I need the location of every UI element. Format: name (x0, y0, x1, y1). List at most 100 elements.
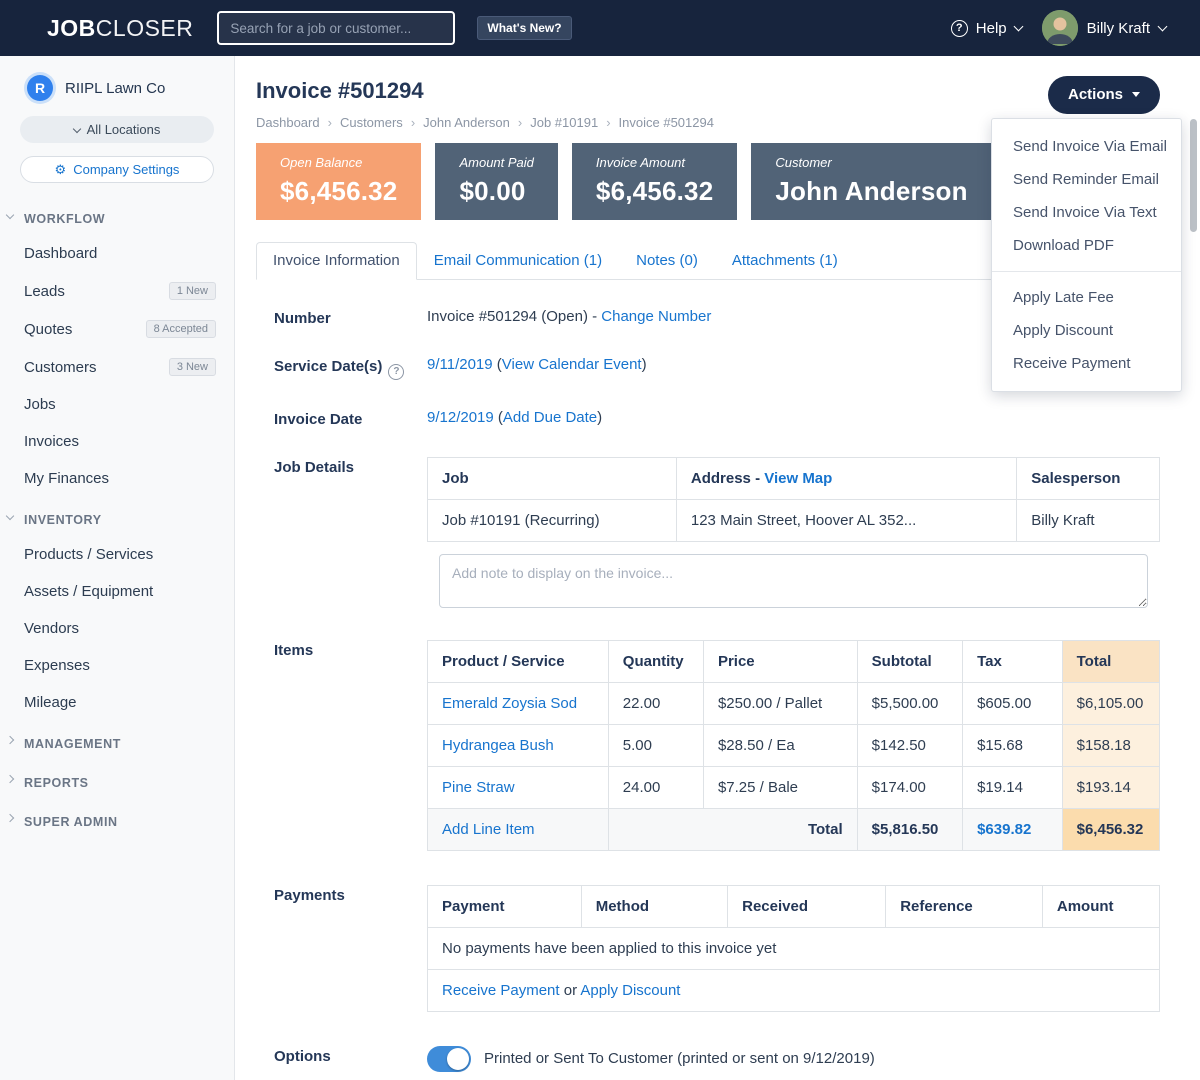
actions-menu-item[interactable]: Send Invoice Via Text (992, 196, 1181, 229)
add-line-item-link[interactable]: Add Line Item (442, 821, 535, 838)
job-details-data-row: Job #10191 (Recurring) 123 Main Street, … (428, 499, 1160, 541)
breadcrumb-item[interactable]: Invoice #501294 (619, 115, 714, 130)
breadcrumb-item[interactable]: Dashboard (256, 115, 320, 130)
invoice-note-input[interactable] (439, 554, 1148, 608)
invoice-date-label: Invoice Date (256, 409, 427, 428)
sidebar-section-workflow[interactable]: WORKFLOW (0, 196, 234, 235)
sidebar-item-label: Leads (24, 283, 65, 300)
whats-new-button[interactable]: What's New? (477, 16, 571, 40)
all-locations-selector[interactable]: All Locations (20, 116, 214, 143)
actions-menu-item[interactable]: Apply Discount (992, 314, 1181, 347)
sidebar-item[interactable]: Dashboard (0, 235, 234, 272)
items-totals-row: Add Line Item Total $5,816.50 $639.82 $6… (428, 808, 1160, 850)
items-label: Items (256, 640, 427, 851)
breadcrumb-item[interactable]: Job #10191 (530, 115, 598, 130)
sidebar-item[interactable]: Products / Services (0, 536, 234, 573)
sidebar-item-label: My Finances (24, 470, 109, 487)
sidebar-section-management[interactable]: MANAGEMENT (0, 721, 234, 760)
actions-menu-item[interactable]: Apply Late Fee (992, 281, 1181, 314)
paren: ) (597, 409, 602, 426)
view-calendar-event-link[interactable]: View Calendar Event (502, 356, 642, 373)
items-row: Items Product / ServiceQuantityPriceSubt… (256, 640, 1160, 851)
invoice-date-link[interactable]: 9/12/2019 (427, 409, 494, 426)
help-menu[interactable]: ? Help (951, 20, 1022, 37)
sidebar-item[interactable]: My Finances (0, 460, 234, 497)
sidebar-item[interactable]: Vendors (0, 610, 234, 647)
gear-icon: ⚙ (55, 163, 67, 176)
tax-total-link[interactable]: $639.82 (977, 821, 1031, 838)
stat-open-balance: Open Balance $6,456.32 (256, 143, 421, 220)
item-quantity: 24.00 (608, 766, 703, 808)
sidebar-item[interactable]: Quotes 8 Accepted (0, 310, 234, 348)
product-link[interactable]: Emerald Zoysia Sod (442, 695, 577, 712)
change-number-link[interactable]: Change Number (601, 308, 711, 325)
items-column-header: Subtotal (857, 640, 962, 682)
chevron-down-icon (1013, 21, 1023, 31)
salesperson-column-header: Salesperson (1017, 457, 1160, 499)
add-due-date-link[interactable]: Add Due Date (503, 409, 597, 426)
item-tax: $15.68 (963, 724, 1063, 766)
actions-menu-group-2: Apply Late FeeApply DiscountReceive Paym… (992, 281, 1181, 380)
actions-menu-item[interactable]: Send Invoice Via Email (992, 130, 1181, 163)
actions-button[interactable]: Actions (1048, 76, 1160, 114)
chevron-down-icon (6, 512, 14, 520)
actions-menu-item[interactable]: Receive Payment (992, 347, 1181, 380)
avatar (1042, 10, 1078, 46)
sidebar-item-label: Mileage (24, 694, 77, 711)
logo-secondary: CLOSER (96, 15, 194, 41)
item-total: $6,105.00 (1062, 682, 1159, 724)
actions-menu-item[interactable]: Send Reminder Email (992, 163, 1181, 196)
options-toggle-text: Printed or Sent To Customer (printed or … (484, 1050, 875, 1067)
product-link[interactable]: Pine Straw (442, 779, 515, 796)
company-settings-button[interactable]: ⚙ Company Settings (20, 156, 214, 183)
items-table: Product / ServiceQuantityPriceSubtotalTa… (427, 640, 1160, 851)
breadcrumb-separator: › (328, 115, 332, 130)
tab-email-communication[interactable]: Email Communication (1) (417, 242, 619, 280)
sidebar-item[interactable]: Expenses (0, 647, 234, 684)
global-search-input[interactable] (217, 11, 455, 45)
sidebar-item[interactable]: Leads 1 New (0, 272, 234, 310)
help-label: Help (976, 20, 1007, 37)
sidebar-item[interactable]: Assets / Equipment (0, 573, 234, 610)
topbar-right-group: ? Help Billy Kraft (951, 10, 1180, 46)
view-map-link[interactable]: View Map (764, 470, 832, 487)
receive-payment-link[interactable]: Receive Payment (442, 982, 560, 999)
sidebar-item[interactable]: Mileage (0, 684, 234, 721)
tab-invoice-information[interactable]: Invoice Information (256, 242, 417, 280)
scrollbar-thumb[interactable] (1190, 119, 1197, 232)
user-name: Billy Kraft (1087, 20, 1150, 37)
chevron-down-icon (1158, 21, 1168, 31)
sidebar-item-label: Customers (24, 359, 97, 376)
items-column-header: Price (703, 640, 857, 682)
sidebar-item[interactable]: Jobs (0, 386, 234, 423)
item-price: $7.25 / Bale (703, 766, 857, 808)
user-menu[interactable]: Billy Kraft (1042, 10, 1166, 46)
item-quantity: 5.00 (608, 724, 703, 766)
address-value: 123 Main Street, Hoover AL 352... (676, 499, 1016, 541)
service-date-link[interactable]: 9/11/2019 (427, 356, 493, 373)
sidebar-section-reports[interactable]: REPORTS (0, 760, 234, 799)
sidebar-item[interactable]: Customers 3 New (0, 348, 234, 386)
sidebar-item-badge: 1 New (169, 282, 216, 300)
tab-notes[interactable]: Notes (0) (619, 242, 715, 280)
invoice-item-row: Hydrangea Bush 5.00 $28.50 / Ea $142.50 … (428, 724, 1160, 766)
sidebar-section-inventory[interactable]: INVENTORY (0, 497, 234, 536)
actions-menu-item[interactable]: Download PDF (992, 229, 1181, 262)
payments-header-row: PaymentMethodReceivedReferenceAmount (428, 885, 1160, 927)
printed-sent-toggle[interactable] (427, 1046, 471, 1072)
job-details-label: Job Details (256, 457, 427, 608)
payments-column-header: Amount (1042, 885, 1159, 927)
breadcrumb-item[interactable]: John Anderson (423, 115, 510, 130)
apply-discount-link[interactable]: Apply Discount (580, 982, 680, 999)
menu-divider (992, 271, 1181, 272)
product-link[interactable]: Hydrangea Bush (442, 737, 554, 754)
or-text: or (564, 982, 577, 999)
items-column-header: Product / Service (428, 640, 609, 682)
sidebar-item-label: Assets / Equipment (24, 583, 153, 600)
tab-attachments[interactable]: Attachments (1) (715, 242, 855, 280)
sidebar-item[interactable]: Invoices (0, 423, 234, 460)
item-price: $250.00 / Pallet (703, 682, 857, 724)
question-icon[interactable]: ? (388, 364, 404, 380)
breadcrumb-item[interactable]: Customers (340, 115, 403, 130)
sidebar-section-super-admin[interactable]: SUPER ADMIN (0, 799, 234, 838)
